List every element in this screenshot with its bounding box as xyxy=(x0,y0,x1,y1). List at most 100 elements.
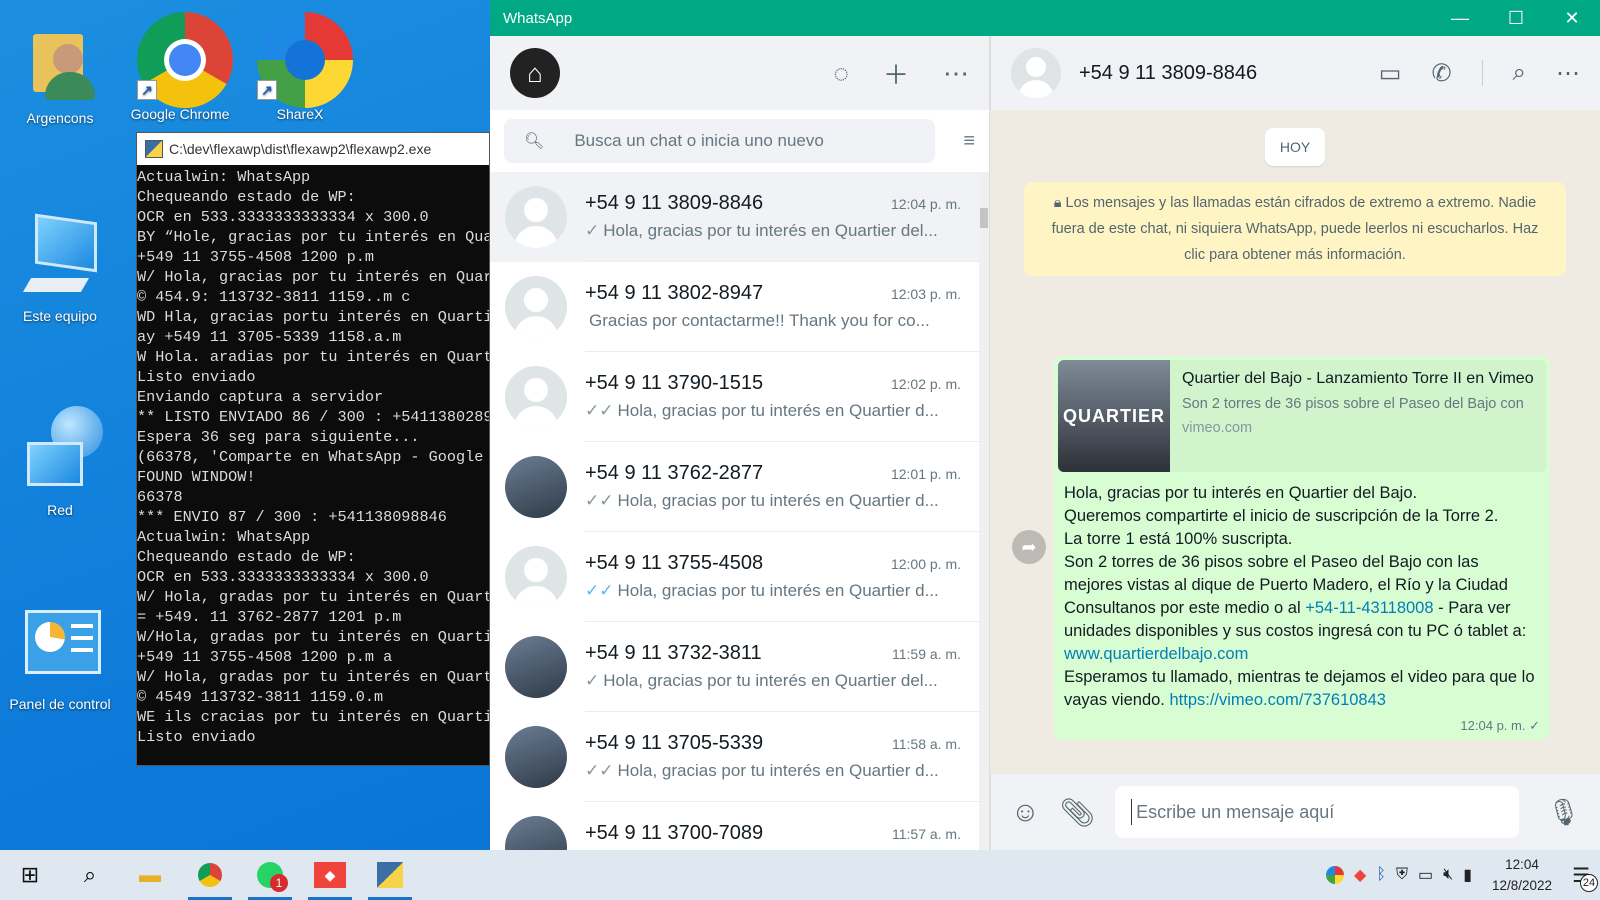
search-input[interactable]: 🔍︎ Busca un chat o inicia uno nuevo xyxy=(504,119,935,163)
desktop-icon-google-chrome[interactable]: ↗ Google Chrome xyxy=(125,10,235,132)
network-icon[interactable]: ▭ xyxy=(1418,865,1433,885)
chat-list-item[interactable]: +54 9 11 3762-2877 12:01 p. m. ✓✓ Hola, gra… xyxy=(490,442,979,532)
console-titlebar[interactable]: C:\dev\flexawp\dist\flexawp2\flexawp2.ex… xyxy=(137,133,489,165)
contact-avatar[interactable] xyxy=(1011,48,1061,98)
bluetooth-icon[interactable]: ᛒ xyxy=(1376,866,1386,884)
chat-name: +54 9 11 3802-8947 xyxy=(585,282,764,304)
delivery-tick-icon: ✓ xyxy=(585,671,600,690)
python-icon xyxy=(145,140,163,158)
chat-list-item[interactable]: +54 9 11 3700-7089 11:57 a. m. xyxy=(490,802,979,850)
chat-preview-text: Hola, gracias por tu interés en Quartier… xyxy=(603,221,938,240)
search-button[interactable]: ⌕ xyxy=(60,850,120,900)
minimize-button[interactable]: — xyxy=(1432,8,1488,29)
file-explorer-button[interactable]: ▬ xyxy=(120,850,180,900)
anydesk-taskbar-button[interactable]: ◆ xyxy=(300,850,360,900)
encryption-notice[interactable]: 🔒︎ Los mensajes y las llamadas están cif… xyxy=(1024,182,1566,276)
battery-icon[interactable]: ▮ xyxy=(1463,865,1472,885)
chat-avatar[interactable] xyxy=(505,816,567,850)
chat-avatar[interactable] xyxy=(505,186,567,248)
notification-center-icon[interactable]: ☰ 24 xyxy=(1572,863,1598,892)
chat-avatar[interactable] xyxy=(505,726,567,788)
desktop-icon-red[interactable]: Red xyxy=(5,406,115,518)
chat-list-item[interactable]: +54 9 11 3802-8947 12:03 p. m. Gracias por… xyxy=(490,262,979,352)
chrome-icon: ↗ xyxy=(135,10,233,108)
new-chat-icon[interactable]: ＋ xyxy=(883,55,909,92)
chat-list-item[interactable]: +54 9 11 3790-1515 12:02 p. m. ✓✓ Hola, gra… xyxy=(490,352,979,442)
chat-avatar[interactable] xyxy=(505,366,567,428)
anydesk-icon: ◆ xyxy=(314,862,346,888)
chat-avatar[interactable] xyxy=(505,636,567,698)
chat-avatar[interactable] xyxy=(505,546,567,608)
voice-call-icon[interactable]: ✆ xyxy=(1431,59,1451,88)
chat-info: +54 9 11 3790-1515 12:02 p. m. ✓✓ Hola, gra… xyxy=(585,352,979,442)
desktop-icon-este-equipo[interactable]: Este equipo xyxy=(5,212,115,324)
profile-avatar[interactable]: ⌂ xyxy=(510,48,560,98)
desktop-icon-argencons[interactable]: Argencons xyxy=(5,14,115,126)
chat-name: +54 9 11 3732-3811 xyxy=(585,642,762,664)
message-meta: 12:04 p. m. ✓ xyxy=(1058,714,1546,736)
user-folder-icon xyxy=(15,14,105,104)
chat-avatar[interactable] xyxy=(505,276,567,338)
system-tray: ◆ ᛒ ⛨ ▭ 🔇︎ ▮ 12:04 12/8/2022 ☰ 24 xyxy=(1326,854,1600,896)
sharex-tray-icon[interactable] xyxy=(1326,866,1345,884)
desktop-icon-panel-de-control[interactable]: Panel de control xyxy=(5,600,115,712)
status-icon[interactable]: ◌ xyxy=(834,58,849,89)
forward-icon[interactable]: ➦ xyxy=(1012,530,1046,564)
link-preview-domain: vimeo.com xyxy=(1182,420,1253,436)
link-preview[interactable]: QUARTIER Quartier del Bajo - Lanzamiento… xyxy=(1058,360,1546,472)
chrome-taskbar-button[interactable] xyxy=(180,850,240,900)
python-taskbar-button[interactable] xyxy=(360,850,420,900)
chat-preview-text: Hola, gracias por tu interés en Quartier… xyxy=(603,671,938,690)
whatsapp-taskbar-button[interactable]: 1 xyxy=(240,850,300,900)
desktop-icon-label: ShareX xyxy=(276,106,324,122)
search-icon[interactable]: ⌕ xyxy=(1513,59,1526,87)
sent-tick-icon: ✓ xyxy=(1529,718,1540,733)
chat-preview: ✓✓ Hola, gracias por tu interés en Quarti… xyxy=(585,581,961,601)
attach-icon[interactable]: 📎︎ xyxy=(1060,796,1096,829)
whatsapp-window[interactable]: WhatsApp — ☐ ✕ ⌂ ◌ ＋ ⋯ 🔍︎ Busca un chat … xyxy=(490,0,1600,850)
day-separator: HOY xyxy=(1265,128,1325,166)
whatsapp-titlebar[interactable]: WhatsApp — ☐ ✕ xyxy=(490,0,1600,36)
phone-link[interactable]: +54-11-43118008 xyxy=(1305,599,1433,617)
filter-icon[interactable]: ≡ xyxy=(935,130,975,153)
chat-list-item[interactable]: +54 9 11 3809-8846 12:04 p. m. ✓ Hola, grac… xyxy=(490,172,979,262)
console-window[interactable]: C:\dev\flexawp\dist\flexawp2\flexawp2.ex… xyxy=(136,132,490,766)
message-text: Hola, gracias por tu interés en Quartier… xyxy=(1058,472,1546,714)
message-line: Consultanos por este medio o al +54-11-4… xyxy=(1064,597,1540,666)
chat-avatar[interactable] xyxy=(505,456,567,518)
contact-name[interactable]: +54 9 11 3809-8846 xyxy=(1079,62,1257,85)
close-button[interactable]: ✕ xyxy=(1544,8,1600,29)
menu-icon[interactable]: ⋯ xyxy=(943,58,969,89)
chat-list-item[interactable]: +54 9 11 3705-5339 11:58 a. m. ✓✓ Hola, gra… xyxy=(490,712,979,802)
menu-icon[interactable]: ⋯ xyxy=(1556,59,1580,88)
maximize-button[interactable]: ☐ xyxy=(1488,8,1544,29)
chat-list-scrollbar[interactable] xyxy=(979,172,989,850)
chat-info: +54 9 11 3700-7089 11:57 a. m. xyxy=(585,802,979,850)
security-icon[interactable]: ⛨ xyxy=(1396,866,1408,884)
conversation-header[interactable]: +54 9 11 3809-8846 ▭ ✆ ⌕ ⋯ xyxy=(990,36,1600,110)
scrollbar-thumb[interactable] xyxy=(980,208,988,228)
message-input[interactable]: Escribe un mensaje aquí xyxy=(1115,786,1519,838)
video-call-icon[interactable]: ▭ xyxy=(1379,59,1402,88)
chat-name: +54 9 11 3700-7089 xyxy=(585,822,764,844)
console-title: C:\dev\flexawp\dist\flexawp2\flexawp2.ex… xyxy=(169,141,432,157)
sidebar-header: ⌂ ◌ ＋ ⋯ xyxy=(490,36,989,110)
desktop-icon-sharex[interactable]: ↗ ShareX xyxy=(245,10,355,132)
anydesk-tray-icon[interactable]: ◆ xyxy=(1354,865,1366,885)
encryption-notice-text: Los mensajes y las llamadas están cifrad… xyxy=(1051,195,1539,263)
console-output: Actualwin: WhatsApp Chequeando estado de… xyxy=(137,168,489,746)
chat-list-item[interactable]: +54 9 11 3732-3811 11:59 a. m. ✓ Hola, grac… xyxy=(490,622,979,712)
conversation-panel: +54 9 11 3809-8846 ▭ ✆ ⌕ ⋯ HOY 🔒︎ Los me… xyxy=(990,36,1600,850)
start-button[interactable]: ⊞ xyxy=(0,850,60,900)
chat-info: +54 9 11 3762-2877 12:01 p. m. ✓✓ Hola, gra… xyxy=(585,442,979,532)
volume-muted-icon[interactable]: 🔇︎ xyxy=(1443,866,1453,884)
link-preview-thumbnail: QUARTIER xyxy=(1058,360,1170,472)
emoji-icon[interactable]: ☺ xyxy=(1011,796,1040,828)
video-link[interactable]: https://vimeo.com/737610843 xyxy=(1169,691,1385,709)
microphone-icon[interactable]: 🎙︎ xyxy=(1547,797,1580,828)
clock[interactable]: 12:04 12/8/2022 xyxy=(1482,854,1562,896)
windows-icon: ⊞ xyxy=(20,862,40,887)
outgoing-message[interactable]: QUARTIER Quartier del Bajo - Lanzamiento… xyxy=(1054,356,1550,740)
website-link[interactable]: www.quartierdelbajo.com xyxy=(1064,645,1248,663)
chat-list-item[interactable]: +54 9 11 3755-4508 12:00 p. m. ✓✓ Hola, gra… xyxy=(490,532,979,622)
